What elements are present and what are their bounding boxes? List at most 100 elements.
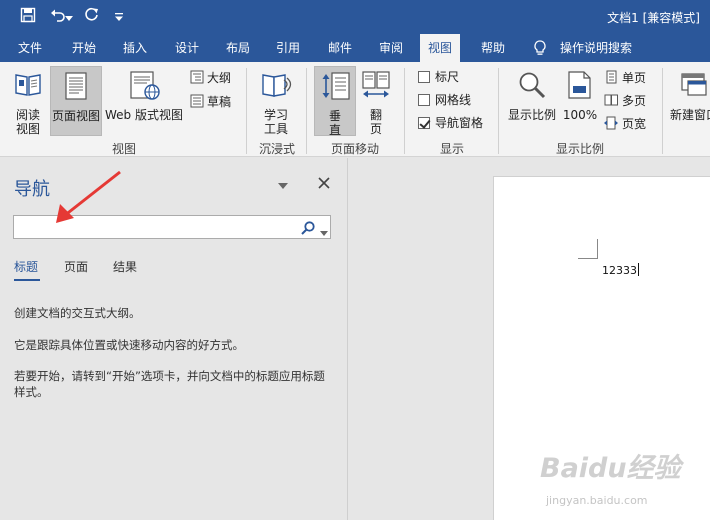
margin-corner-mark <box>578 239 598 259</box>
tab-help[interactable]: 帮助 <box>473 34 513 62</box>
zoom-100-icon <box>568 71 591 99</box>
ribbon-separator <box>306 68 307 154</box>
learning-tools-label-2: 工具 <box>263 122 288 136</box>
document-body-text[interactable]: 12333 <box>602 263 639 277</box>
nav-pane-checkbox[interactable]: 导航窗格 <box>418 113 483 133</box>
save-icon[interactable] <box>18 7 38 27</box>
read-mode-button[interactable]: 阅读 视图 <box>6 66 50 136</box>
ribbon-separator <box>498 68 499 154</box>
ribbon-separator <box>246 68 247 154</box>
outline-button[interactable]: 大纲 <box>190 68 231 88</box>
new-window-label: 新建窗口 <box>670 108 710 122</box>
nav-help-text-3: 若要开始，请转到“开始”选项卡，并向文档中的标题应用标题样式。 <box>14 369 325 399</box>
vertical-button[interactable]: 垂 直 <box>314 66 356 137</box>
multiple-pages-button[interactable]: 多页 <box>604 91 646 111</box>
show-group-label: 显示 <box>439 142 464 156</box>
outline-icon <box>190 70 204 84</box>
baidu-watermark: Baidu经验 jingyan.baidu.com <box>540 440 705 515</box>
document-title: 文档1 [兼容模式] <box>607 11 700 25</box>
nav-pane-label: 导航窗格 <box>435 116 484 130</box>
tab-references[interactable]: 引用 <box>268 34 308 62</box>
nav-tab-results[interactable]: 结果 <box>113 258 137 275</box>
ruler-check-box[interactable] <box>418 71 430 83</box>
active-tab-indicator <box>14 279 40 281</box>
zoom-label: 显示比例 <box>507 108 556 122</box>
read-mode-icon <box>15 74 41 96</box>
tab-design[interactable]: 设计 <box>167 34 207 62</box>
ribbon: 阅读 视图 页面视图 Web 版式视图 大纲 草稿 视图 学习 工具 沉浸式 垂… <box>0 62 710 157</box>
learning-tools-button[interactable]: 学习 工具 <box>254 66 298 136</box>
side-to-side-button[interactable]: 翻 页 <box>358 66 394 136</box>
one-page-icon <box>606 70 617 84</box>
ribbon-tabs: 文件 开始 插入 设计 布局 引用 邮件 审阅 视图 帮助 操作说明搜索 <box>0 34 710 62</box>
ruler-label: 标尺 <box>435 70 460 84</box>
tab-review[interactable]: 审阅 <box>371 34 411 62</box>
web-layout-label: Web 版式视图 <box>105 108 183 122</box>
gridlines-checkbox[interactable]: 网格线 <box>418 90 471 110</box>
zoom-100-button[interactable]: 100% <box>562 66 598 136</box>
gridlines-label: 网格线 <box>435 93 472 107</box>
print-layout-label: 页面视图 <box>51 109 100 123</box>
views-group-label: 视图 <box>111 142 136 156</box>
search-icon[interactable] <box>300 220 316 236</box>
nav-tab-headings[interactable]: 标题 <box>14 258 38 275</box>
page-width-button[interactable]: 页宽 <box>604 114 646 134</box>
read-mode-label-1: 阅读 <box>15 108 40 122</box>
page-width-label: 页宽 <box>622 117 647 131</box>
ribbon-separator <box>404 68 405 154</box>
watermark-url: jingyan.baidu.com <box>546 494 648 507</box>
chevron-down-icon[interactable] <box>278 179 290 189</box>
watermark-brand: Baidu经验 <box>540 453 681 484</box>
one-page-button[interactable]: 单页 <box>604 68 646 88</box>
nav-help-text-1: 创建文档的交互式大纲。 <box>14 306 141 320</box>
multiple-pages-icon <box>604 94 618 106</box>
ruler-checkbox[interactable]: 标尺 <box>418 67 459 87</box>
ribbon-separator <box>662 68 663 154</box>
zoom-group-label: 显示比例 <box>555 142 604 156</box>
new-window-icon <box>681 73 707 96</box>
text-cursor <box>638 263 639 276</box>
side-to-side-label-1: 翻 <box>369 108 382 122</box>
page-movement-group-label: 页面移动 <box>330 142 379 156</box>
learning-tools-icon <box>262 74 292 97</box>
tab-insert[interactable]: 插入 <box>115 34 155 62</box>
vertical-label-1: 垂 <box>328 109 341 123</box>
one-page-label: 单页 <box>622 71 647 85</box>
vertical-label-2: 直 <box>328 123 341 137</box>
tab-view[interactable]: 视图 <box>420 34 461 62</box>
tab-mailings[interactable]: 邮件 <box>320 34 360 62</box>
draft-button[interactable]: 草稿 <box>190 92 231 112</box>
web-layout-icon <box>130 71 160 100</box>
search-dropdown-icon[interactable] <box>320 225 328 236</box>
zoom-100-label: 100% <box>562 108 598 122</box>
magnifier-icon <box>519 72 546 99</box>
nav-tab-pages[interactable]: 页面 <box>64 258 88 275</box>
nav-pane-check-box[interactable] <box>418 117 430 129</box>
immersive-group-label: 沉浸式 <box>258 142 295 156</box>
gridlines-check-box[interactable] <box>418 94 430 106</box>
tab-home[interactable]: 开始 <box>64 34 104 62</box>
zoom-button[interactable]: 显示比例 <box>504 66 560 136</box>
draft-label: 草稿 <box>207 95 232 109</box>
tell-me-search[interactable]: 操作说明搜索 <box>552 34 640 62</box>
undo-dropdown-icon[interactable] <box>64 7 74 27</box>
side-to-side-icon <box>362 71 390 98</box>
read-mode-label-2: 视图 <box>15 122 40 136</box>
web-layout-button[interactable]: Web 版式视图 <box>103 66 185 136</box>
new-window-button[interactable]: 新建窗口 <box>666 66 710 136</box>
document-text: 12333 <box>602 264 637 277</box>
learning-tools-label-1: 学习 <box>263 108 288 122</box>
redo-icon[interactable] <box>82 7 102 27</box>
tab-layout[interactable]: 布局 <box>218 34 258 62</box>
draft-icon <box>190 94 204 108</box>
side-to-side-label-2: 页 <box>369 122 382 136</box>
title-bar: 文档1 [兼容模式] <box>0 0 710 34</box>
vertical-movement-icon <box>322 72 350 100</box>
outline-label: 大纲 <box>207 71 232 85</box>
customize-qat-icon[interactable] <box>112 7 126 27</box>
print-layout-button[interactable]: 页面视图 <box>50 66 102 136</box>
lightbulb-icon[interactable] <box>532 39 548 57</box>
tab-file[interactable]: 文件 <box>10 34 50 62</box>
page-width-icon <box>604 116 618 130</box>
close-icon[interactable] <box>318 174 330 193</box>
